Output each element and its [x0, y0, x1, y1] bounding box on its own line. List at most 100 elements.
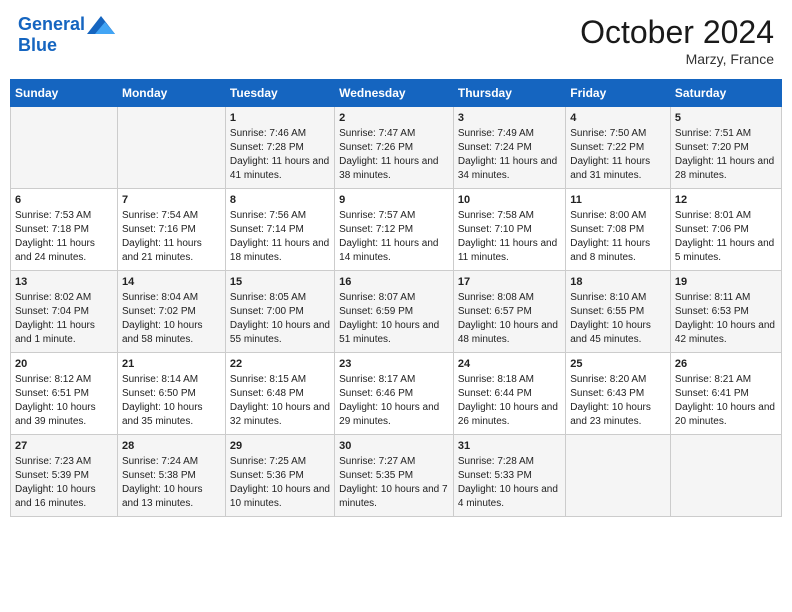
calendar-cell: 14Sunrise: 8:04 AMSunset: 7:02 PMDayligh… [117, 271, 225, 353]
logo-icon [87, 14, 115, 36]
cell-content: Sunrise: 8:01 AM [675, 209, 777, 223]
cell-content: Sunrise: 7:27 AM [339, 455, 449, 469]
cell-content: Sunset: 6:48 PM [230, 387, 330, 401]
page-header: General Blue October 2024 Marzy, France [10, 10, 782, 71]
cell-content: Daylight: 11 hours and 28 minutes. [675, 155, 777, 183]
cell-content: Sunset: 6:43 PM [570, 387, 666, 401]
day-number: 27 [15, 439, 113, 454]
cell-content: Sunset: 6:53 PM [675, 305, 777, 319]
calendar-cell: 20Sunrise: 8:12 AMSunset: 6:51 PMDayligh… [11, 353, 118, 435]
calendar-cell: 4Sunrise: 7:50 AMSunset: 7:22 PMDaylight… [566, 107, 671, 189]
cell-content: Sunset: 7:28 PM [230, 141, 330, 155]
day-number: 12 [675, 193, 777, 208]
day-number: 20 [15, 357, 113, 372]
cell-content: Daylight: 11 hours and 38 minutes. [339, 155, 449, 183]
cell-content: Daylight: 10 hours and 55 minutes. [230, 319, 330, 347]
calendar-cell: 5Sunrise: 7:51 AMSunset: 7:20 PMDaylight… [670, 107, 781, 189]
calendar-cell: 1Sunrise: 7:46 AMSunset: 7:28 PMDaylight… [225, 107, 334, 189]
col-header-monday: Monday [117, 80, 225, 107]
calendar-cell: 16Sunrise: 8:07 AMSunset: 6:59 PMDayligh… [335, 271, 454, 353]
col-header-wednesday: Wednesday [335, 80, 454, 107]
day-number: 9 [339, 193, 449, 208]
cell-content: Sunset: 6:59 PM [339, 305, 449, 319]
cell-content: Sunrise: 8:20 AM [570, 373, 666, 387]
cell-content: Sunrise: 7:53 AM [15, 209, 113, 223]
cell-content: Sunrise: 8:17 AM [339, 373, 449, 387]
day-number: 21 [122, 357, 221, 372]
calendar-cell: 9Sunrise: 7:57 AMSunset: 7:12 PMDaylight… [335, 189, 454, 271]
cell-content: Sunrise: 7:47 AM [339, 127, 449, 141]
cell-content: Sunset: 6:44 PM [458, 387, 561, 401]
cell-content: Sunset: 6:55 PM [570, 305, 666, 319]
week-row-3: 13Sunrise: 8:02 AMSunset: 7:04 PMDayligh… [11, 271, 782, 353]
day-number: 5 [675, 111, 777, 126]
cell-content: Sunrise: 8:02 AM [15, 291, 113, 305]
cell-content: Sunrise: 8:05 AM [230, 291, 330, 305]
cell-content: Sunset: 7:14 PM [230, 223, 330, 237]
cell-content: Sunset: 6:41 PM [675, 387, 777, 401]
day-number: 14 [122, 275, 221, 290]
calendar-cell: 25Sunrise: 8:20 AMSunset: 6:43 PMDayligh… [566, 353, 671, 435]
calendar-cell: 12Sunrise: 8:01 AMSunset: 7:06 PMDayligh… [670, 189, 781, 271]
calendar-cell [566, 435, 671, 517]
day-number: 31 [458, 439, 561, 454]
cell-content: Sunset: 7:26 PM [339, 141, 449, 155]
cell-content: Sunrise: 7:25 AM [230, 455, 330, 469]
cell-content: Sunrise: 7:28 AM [458, 455, 561, 469]
title-section: October 2024 Marzy, France [580, 14, 774, 67]
cell-content: Sunset: 7:00 PM [230, 305, 330, 319]
calendar-cell: 23Sunrise: 8:17 AMSunset: 6:46 PMDayligh… [335, 353, 454, 435]
day-number: 18 [570, 275, 666, 290]
calendar-cell: 11Sunrise: 8:00 AMSunset: 7:08 PMDayligh… [566, 189, 671, 271]
cell-content: Sunset: 6:57 PM [458, 305, 561, 319]
day-number: 25 [570, 357, 666, 372]
cell-content: Sunrise: 7:57 AM [339, 209, 449, 223]
cell-content: Sunrise: 7:50 AM [570, 127, 666, 141]
calendar-header-row: SundayMondayTuesdayWednesdayThursdayFrid… [11, 80, 782, 107]
cell-content: Sunrise: 8:08 AM [458, 291, 561, 305]
calendar-cell: 18Sunrise: 8:10 AMSunset: 6:55 PMDayligh… [566, 271, 671, 353]
cell-content: Sunset: 7:24 PM [458, 141, 561, 155]
week-row-1: 1Sunrise: 7:46 AMSunset: 7:28 PMDaylight… [11, 107, 782, 189]
cell-content: Sunrise: 8:04 AM [122, 291, 221, 305]
cell-content: Daylight: 10 hours and 42 minutes. [675, 319, 777, 347]
cell-content: Sunset: 7:16 PM [122, 223, 221, 237]
cell-content: Sunset: 7:02 PM [122, 305, 221, 319]
day-number: 7 [122, 193, 221, 208]
cell-content: Sunset: 5:38 PM [122, 469, 221, 483]
cell-content: Sunset: 7:06 PM [675, 223, 777, 237]
calendar-cell: 13Sunrise: 8:02 AMSunset: 7:04 PMDayligh… [11, 271, 118, 353]
cell-content: Daylight: 10 hours and 51 minutes. [339, 319, 449, 347]
cell-content: Sunrise: 7:23 AM [15, 455, 113, 469]
logo-text: General [18, 15, 85, 35]
cell-content: Sunset: 6:50 PM [122, 387, 221, 401]
cell-content: Sunrise: 8:07 AM [339, 291, 449, 305]
day-number: 8 [230, 193, 330, 208]
cell-content: Daylight: 10 hours and 26 minutes. [458, 401, 561, 429]
cell-content: Daylight: 11 hours and 31 minutes. [570, 155, 666, 183]
day-number: 28 [122, 439, 221, 454]
cell-content: Sunrise: 8:18 AM [458, 373, 561, 387]
calendar-cell: 26Sunrise: 8:21 AMSunset: 6:41 PMDayligh… [670, 353, 781, 435]
cell-content: Daylight: 11 hours and 5 minutes. [675, 237, 777, 265]
day-number: 17 [458, 275, 561, 290]
cell-content: Sunset: 5:39 PM [15, 469, 113, 483]
cell-content: Daylight: 11 hours and 14 minutes. [339, 237, 449, 265]
cell-content: Daylight: 11 hours and 8 minutes. [570, 237, 666, 265]
cell-content: Daylight: 10 hours and 39 minutes. [15, 401, 113, 429]
day-number: 30 [339, 439, 449, 454]
day-number: 6 [15, 193, 113, 208]
day-number: 10 [458, 193, 561, 208]
cell-content: Sunset: 7:12 PM [339, 223, 449, 237]
calendar-cell: 17Sunrise: 8:08 AMSunset: 6:57 PMDayligh… [453, 271, 565, 353]
col-header-friday: Friday [566, 80, 671, 107]
day-number: 29 [230, 439, 330, 454]
cell-content: Sunrise: 7:24 AM [122, 455, 221, 469]
cell-content: Sunrise: 8:21 AM [675, 373, 777, 387]
calendar-cell: 29Sunrise: 7:25 AMSunset: 5:36 PMDayligh… [225, 435, 334, 517]
cell-content: Daylight: 11 hours and 11 minutes. [458, 237, 561, 265]
cell-content: Sunrise: 8:10 AM [570, 291, 666, 305]
cell-content: Sunset: 6:46 PM [339, 387, 449, 401]
cell-content: Daylight: 10 hours and 35 minutes. [122, 401, 221, 429]
cell-content: Daylight: 11 hours and 34 minutes. [458, 155, 561, 183]
